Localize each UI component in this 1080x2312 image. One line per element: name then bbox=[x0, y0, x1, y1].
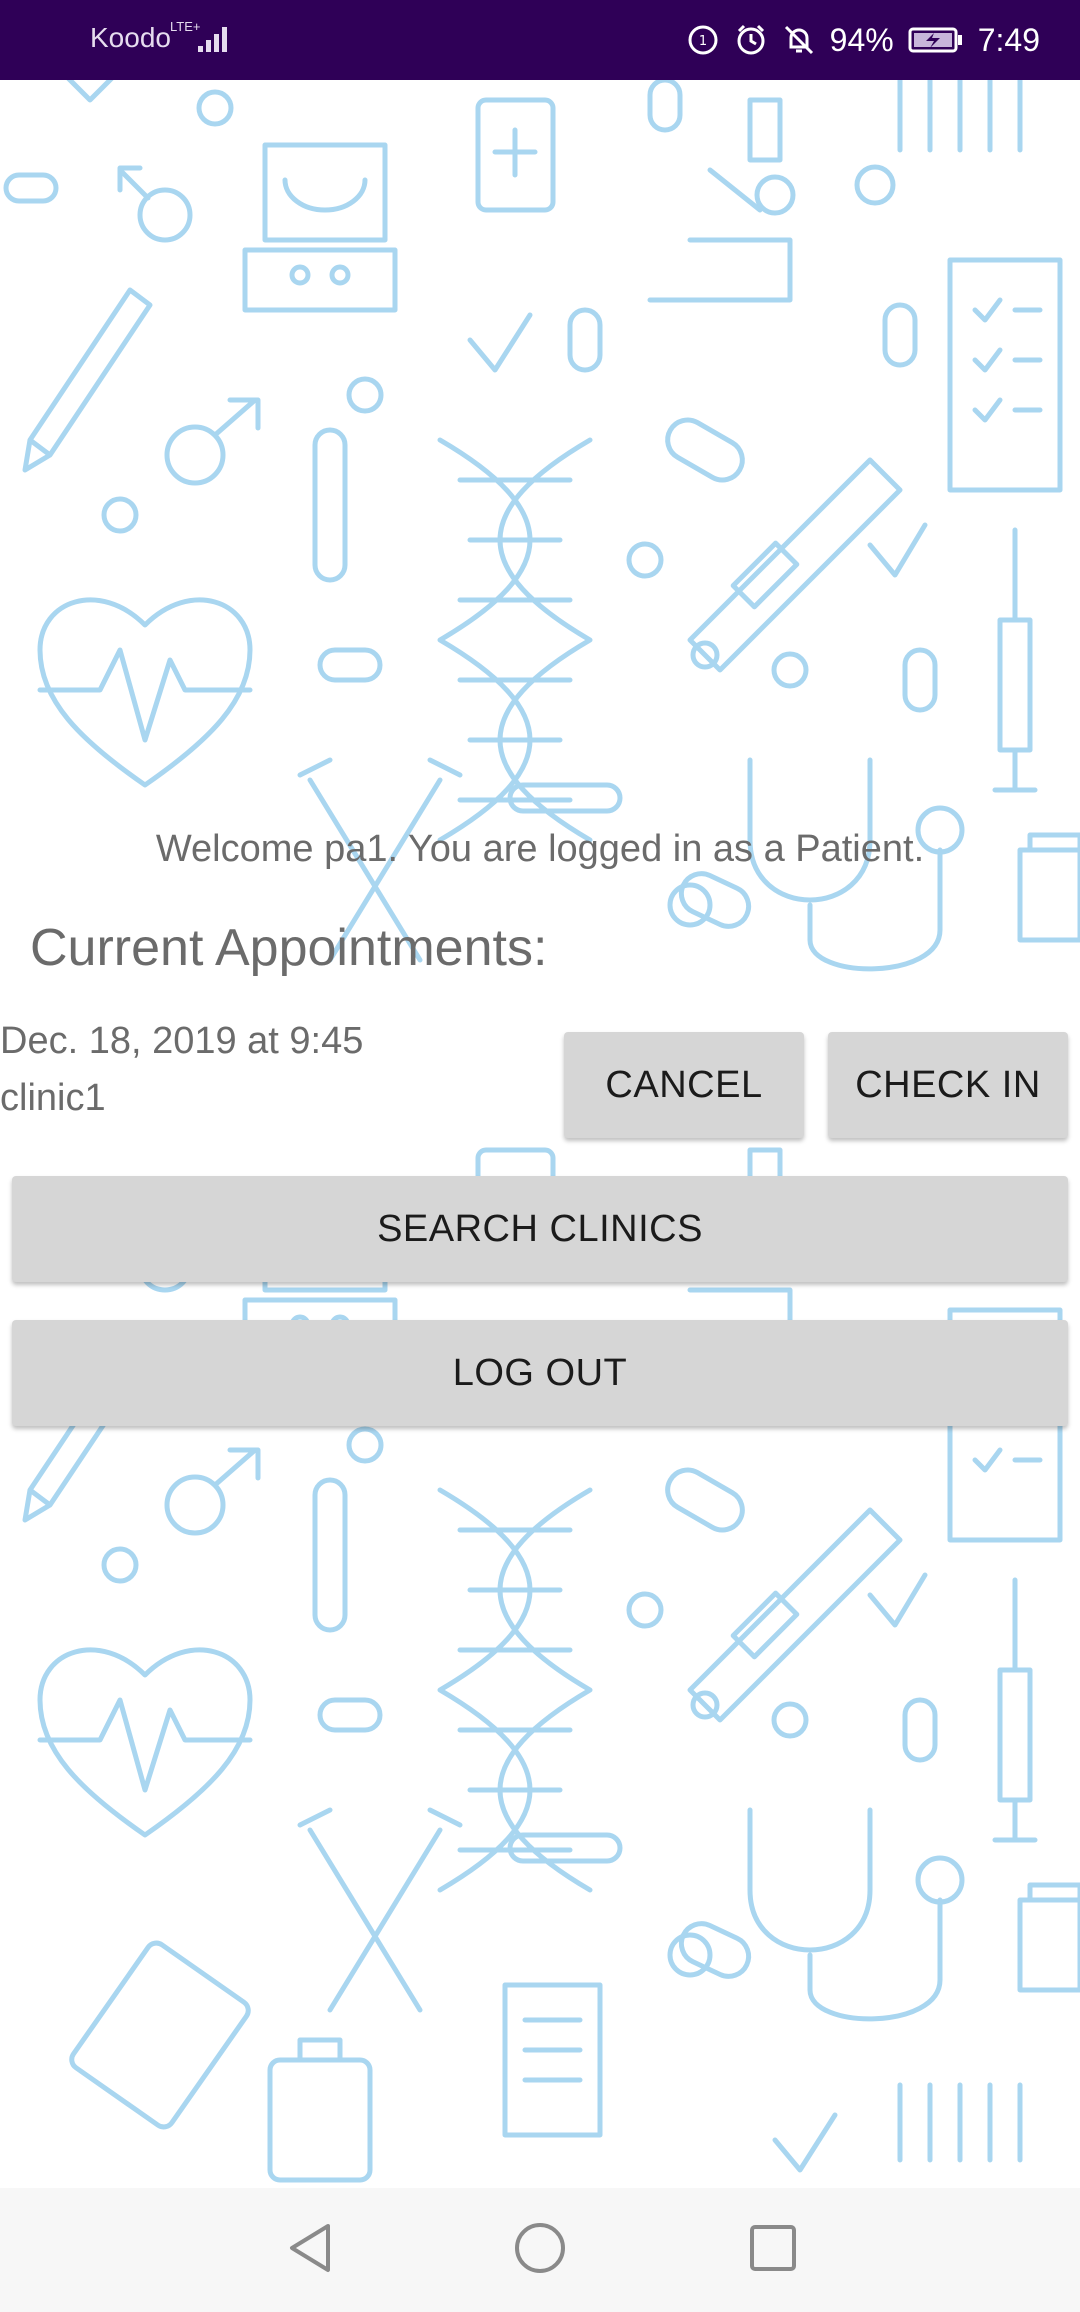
medicine-box-icon bbox=[502, 1982, 603, 2138]
battery-percent: 94% bbox=[829, 21, 894, 58]
status-icons: 1 94% 7:49 bbox=[686, 16, 1040, 64]
iv-bag-icon bbox=[267, 2037, 373, 2183]
cancel-appointment-button[interactable]: CANCEL bbox=[564, 1032, 804, 1138]
battery-charging-icon bbox=[908, 25, 964, 55]
log-out-button[interactable]: LOG OUT bbox=[12, 1320, 1068, 1426]
clock: 7:49 bbox=[977, 21, 1040, 58]
current-appointments-heading: Current Appointments: bbox=[30, 919, 548, 977]
check-in-button[interactable]: CHECK IN bbox=[828, 1032, 1068, 1138]
back-icon[interactable] bbox=[282, 2218, 342, 2283]
check-icon bbox=[772, 2112, 838, 2173]
alarm-icon bbox=[734, 23, 768, 57]
home-icon[interactable] bbox=[508, 2218, 572, 2283]
mute-icon bbox=[782, 23, 816, 57]
pill-icon bbox=[196, 89, 234, 127]
signal-icon bbox=[196, 24, 232, 59]
data-saver-icon: 1 bbox=[686, 23, 720, 57]
capsule-icon bbox=[3, 172, 59, 204]
search-clinics-button[interactable]: SEARCH CLINICS bbox=[12, 1176, 1068, 1282]
carrier-name: Koodo bbox=[90, 22, 171, 53]
navigation-bar bbox=[0, 2188, 1080, 2312]
appointment-datetime: Dec. 18, 2019 at 9:45 bbox=[0, 1020, 364, 1062]
test-tube-rack-icon bbox=[897, 2082, 1023, 2163]
recents-icon[interactable] bbox=[742, 2218, 802, 2283]
status-bar: Koodo LTE+ 1 94% 7:49 bbox=[0, 0, 1080, 80]
pill-icon bbox=[854, 164, 896, 206]
appointment-clinic: clinic1 bbox=[0, 1077, 106, 1119]
svg-text:1: 1 bbox=[699, 34, 707, 49]
capsule-icon bbox=[647, 80, 683, 133]
blister-pack-icon bbox=[69, 1940, 251, 2130]
check-icon bbox=[66, 80, 114, 103]
test-tube-rack-icon bbox=[897, 80, 1023, 153]
welcome-message: Welcome pa1. You are logged in as a Pati… bbox=[155, 828, 925, 870]
